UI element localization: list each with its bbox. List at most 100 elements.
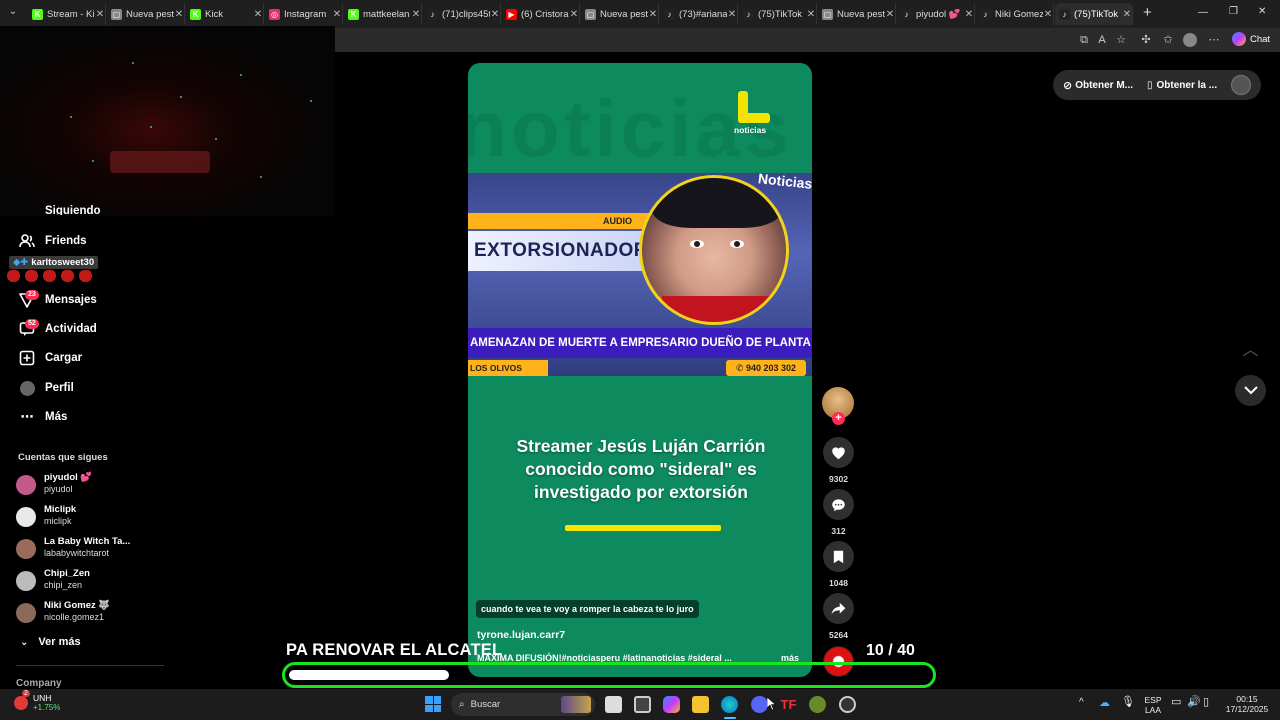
tab-close-icon[interactable]: ✕: [411, 9, 421, 20]
browser-tab[interactable]: ▶ (6) Cristoral ✕: [502, 3, 580, 25]
browser-tab[interactable]: ♪ piyudol 💕 ✕: [897, 3, 975, 25]
devil-emote-icon: [61, 270, 74, 282]
browser-tab[interactable]: ♪ Niki Gomez ✕: [976, 3, 1054, 25]
tab-label: mattkeelan: [363, 8, 410, 20]
browser-tab[interactable]: ♪ (71)clips45t ✕: [423, 3, 501, 25]
browser-tab[interactable]: Kmattkeelan ✕: [344, 3, 422, 25]
sidebar-partial-item[interactable]: Siguiendo: [45, 205, 101, 215]
close-window-button[interactable]: ✕: [1258, 6, 1266, 17]
new-tab-button[interactable]: +: [1143, 4, 1152, 21]
see-more-button[interactable]: ⌄ Ver más: [20, 636, 81, 648]
more-dots-icon: ⋯: [20, 409, 34, 424]
tab-close-icon[interactable]: ✕: [332, 9, 342, 20]
next-video-button[interactable]: [1235, 375, 1266, 406]
share-button[interactable]: [823, 593, 854, 624]
start-button[interactable]: [425, 696, 441, 712]
previous-video-button[interactable]: ︿: [1235, 332, 1266, 363]
tab-close-icon[interactable]: ✕: [490, 9, 500, 20]
tab-list-dropdown[interactable]: ⌄: [6, 6, 20, 20]
copilot-button[interactable]: Chat: [1232, 32, 1270, 46]
tab-close-icon[interactable]: ✕: [569, 9, 579, 20]
taskbar-search[interactable]: ⌕ Buscar: [451, 693, 595, 716]
sidebar-item-perfil[interactable]: Perfil: [18, 378, 74, 398]
translate-icon[interactable]: A: [1095, 33, 1109, 47]
favorite-star-icon[interactable]: ☆: [1114, 33, 1128, 47]
tab-close-icon[interactable]: ✕: [964, 9, 974, 20]
tab-favicon-icon: K: [190, 8, 201, 20]
save-button[interactable]: [823, 541, 854, 572]
tab-close-icon[interactable]: ✕: [885, 9, 895, 20]
tab-close-icon[interactable]: ✕: [95, 9, 105, 20]
copilot-taskbar-icon[interactable]: [663, 696, 680, 713]
sidebar-item-cargar[interactable]: Cargar: [18, 348, 82, 368]
browser-tab[interactable]: ♪ (75)TikTok ✕: [739, 3, 817, 25]
sidebar-item-friends[interactable]: Friends: [18, 231, 87, 251]
obs-icon[interactable]: [839, 696, 856, 713]
like-button[interactable]: [823, 437, 854, 468]
browser-tab[interactable]: K Stream - Ki ✕: [28, 3, 106, 25]
chevron-down-icon: ⌄: [20, 636, 29, 648]
app-green-icon[interactable]: [809, 696, 826, 713]
tab-favicon-icon: K: [32, 8, 43, 20]
task-view-icon[interactable]: [605, 696, 622, 713]
followed-account[interactable]: piyudol 💕 piyudol: [16, 472, 166, 498]
browser-tab[interactable]: ▢ Nueva pest ✕: [818, 3, 896, 25]
comment-overlay: cuando te vea te voy a romper la cabeza …: [476, 600, 699, 618]
browser-tab[interactable]: ◎ Instagram ✕: [265, 3, 343, 25]
microphone-icon[interactable]: 🎙: [1121, 697, 1135, 708]
file-explorer-icon[interactable]: [692, 696, 709, 713]
favorites-icon[interactable]: ✩: [1161, 33, 1175, 47]
video-player[interactable]: noticias noticias Noticias AUDIO EXTORSI…: [468, 63, 812, 677]
video-author[interactable]: tyrone.lujan.carr7: [477, 629, 565, 641]
sidebar-item-mas[interactable]: ⋯ Más: [18, 407, 68, 427]
browser-tab[interactable]: ▢ Nueva pest ✕: [581, 3, 659, 25]
comment-button[interactable]: [823, 489, 854, 520]
network-icon[interactable]: ▭: [1171, 697, 1181, 708]
sidebar-item-label: Friends: [45, 235, 87, 247]
tab-close-icon[interactable]: ✕: [253, 9, 263, 20]
open-in-app-icon[interactable]: ⧉: [1077, 33, 1091, 47]
tab-close-icon[interactable]: ✕: [1043, 9, 1053, 20]
store-icon[interactable]: [634, 696, 651, 713]
user-avatar[interactable]: [1231, 75, 1251, 95]
gem-icon: ◆✚: [13, 257, 29, 268]
clock[interactable]: 00:15 17/12/2025: [1224, 694, 1270, 714]
show-hidden-icons[interactable]: ^: [1079, 698, 1084, 708]
browser-tab[interactable]: ♪ (73)#ariana ✕: [660, 3, 738, 25]
browser-tab[interactable]: ♪ (75)TikTok ✕: [1055, 3, 1133, 25]
tab-close-icon[interactable]: ✕: [806, 9, 816, 20]
tab-close-icon[interactable]: ✕: [1122, 9, 1132, 20]
onedrive-icon[interactable]: ☁: [1099, 698, 1110, 709]
language-indicator[interactable]: ESP LAA: [1143, 695, 1163, 715]
stock-widget[interactable]: 2 UNH +1.75%: [14, 690, 60, 713]
tab-close-icon[interactable]: ✕: [727, 9, 737, 20]
chat-overlay-username: ◆✚ karltosweet30: [9, 256, 99, 269]
battery-icon[interactable]: ▯: [1203, 697, 1209, 708]
discord-icon[interactable]: [751, 696, 768, 713]
more-options-icon[interactable]: ⋯: [1207, 33, 1221, 47]
follow-plus-icon[interactable]: +: [832, 412, 845, 425]
tab-favicon-icon: ▢: [585, 8, 596, 20]
followed-account[interactable]: Miclipk miclipk: [16, 504, 166, 530]
followed-account[interactable]: Chipi_Zen chipi_zen: [16, 568, 166, 594]
browser-tab[interactable]: K Kick ✕: [186, 3, 264, 25]
extensions-icon[interactable]: ✣: [1139, 33, 1153, 47]
app-tf-icon[interactable]: TF: [780, 696, 797, 713]
get-app-button-2[interactable]: ▯ Obtener la ...: [1147, 80, 1217, 91]
edge-browser-icon[interactable]: [721, 696, 738, 713]
get-app-button-1[interactable]: ⊘ Obtener M...: [1063, 79, 1133, 92]
profile-icon[interactable]: [1183, 33, 1197, 47]
tab-favicon-icon: ♪: [664, 8, 675, 20]
minimize-button[interactable]: —: [1198, 7, 1208, 18]
maximize-button[interactable]: ❐: [1229, 6, 1238, 17]
followed-account[interactable]: Niki Gomez 🐺 nicolle.gomez1: [16, 600, 166, 626]
tab-close-icon[interactable]: ✕: [648, 9, 658, 20]
browser-tab[interactable]: ▢ Nueva pest ✕: [107, 3, 185, 25]
volume-icon[interactable]: 🔊: [1187, 697, 1201, 708]
account-handle: lababywitchtarot: [44, 548, 110, 558]
followed-account[interactable]: La Baby Witch Ta... lababywitchtarot: [16, 536, 166, 562]
tab-close-icon[interactable]: ✕: [174, 9, 184, 20]
stock-name: UNH: [33, 693, 52, 703]
tab-favicon-icon: ♪: [901, 8, 912, 20]
tab-favicon-icon: ♪: [743, 8, 754, 20]
